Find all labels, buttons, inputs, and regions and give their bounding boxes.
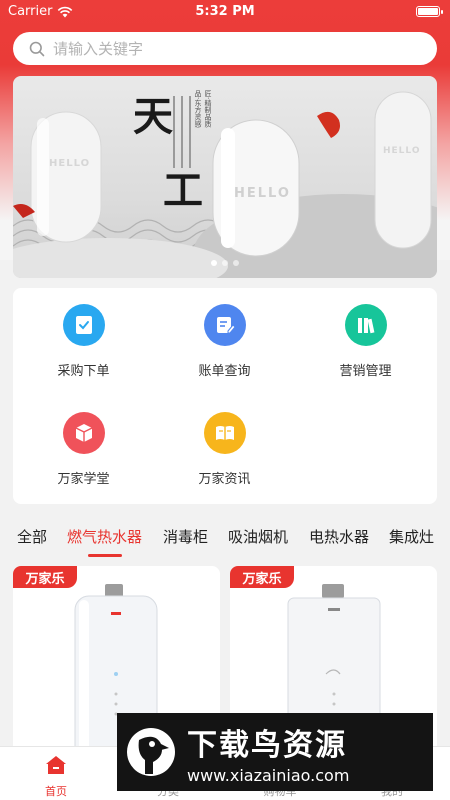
- search-icon: [29, 41, 45, 56]
- banner-device-text-center: HELLO: [234, 186, 291, 201]
- menu-item-news[interactable]: 万家资讯: [154, 412, 295, 487]
- menu-label: 万家学堂: [57, 472, 110, 487]
- tab-electric-water-heater[interactable]: 电热水器: [309, 526, 369, 547]
- menu-item-academy[interactable]: 万家学堂: [13, 412, 154, 487]
- status-time: 5:32 PM: [195, 4, 255, 19]
- banner-image: [13, 91, 437, 278]
- quick-menu-card: 采购下单 账单查询 营销管理 万家学堂 万家资讯: [13, 288, 437, 504]
- menu-item-purchase[interactable]: 采购下单: [13, 304, 154, 379]
- banner-title-char-1: 天: [133, 93, 173, 140]
- banner-side-text-2: 匠·精制品质: [204, 90, 212, 128]
- banner-device-text-left: HELLO: [49, 158, 91, 169]
- tab-integrated-stove[interactable]: 集成灶: [389, 526, 434, 547]
- banner-dot[interactable]: [233, 260, 239, 266]
- banner-pagination: [13, 260, 437, 266]
- tabbar-label: 首页: [45, 785, 67, 798]
- tab-range-hood[interactable]: 吸油烟机: [228, 526, 288, 547]
- tab-all[interactable]: 全部: [17, 526, 47, 547]
- banner-title-char-2: 工: [163, 167, 203, 214]
- status-bar: Carrier 5:32 PM: [0, 0, 450, 24]
- watermark-overlay: 下载鸟资源 www.xiazainiao.com: [117, 713, 433, 791]
- watermark-text: 下载鸟资源 www.xiazainiao.com: [187, 720, 349, 785]
- promo-banner[interactable]: 天 工 品·东方灵感 匠·精制品质 HELLO HELLO HELLO: [13, 76, 437, 278]
- home-icon: [46, 756, 66, 774]
- purchase-check-icon: [62, 304, 105, 346]
- menu-item-marketing[interactable]: 营销管理: [295, 304, 436, 379]
- banner-side-text-1: 品·东方灵感: [194, 90, 202, 128]
- active-tab-indicator: [88, 554, 122, 557]
- search-bar[interactable]: [13, 32, 437, 65]
- tabbar-home[interactable]: 首页: [0, 755, 112, 799]
- banner-dot[interactable]: [222, 260, 228, 266]
- marketing-books-icon: [344, 304, 387, 346]
- watermark-title: 下载鸟资源: [187, 727, 347, 763]
- banner-dot[interactable]: [211, 260, 217, 266]
- menu-label: 采购下单: [57, 364, 110, 379]
- news-book-icon: [203, 412, 246, 454]
- academy-box-icon: [62, 412, 105, 454]
- watermark-url: www.xiazainiao.com: [187, 765, 350, 785]
- tab-gas-water-heater[interactable]: 燃气热水器: [67, 526, 142, 547]
- menu-label: 账单查询: [198, 364, 251, 379]
- bird-logo-icon: [117, 713, 185, 791]
- banner-device-text-right: HELLO: [383, 146, 421, 156]
- menu-label: 营销管理: [339, 364, 392, 379]
- battery-icon: [416, 6, 443, 17]
- category-tabs: 全部 燃气热水器 消毒柜 吸油烟机 电热水器 集成灶: [0, 520, 450, 560]
- tab-sterilizer[interactable]: 消毒柜: [163, 526, 208, 547]
- menu-item-bill[interactable]: 账单查询: [154, 304, 295, 379]
- menu-label: 万家资讯: [198, 472, 251, 487]
- bill-edit-icon: [203, 304, 246, 346]
- search-input[interactable]: [53, 39, 393, 58]
